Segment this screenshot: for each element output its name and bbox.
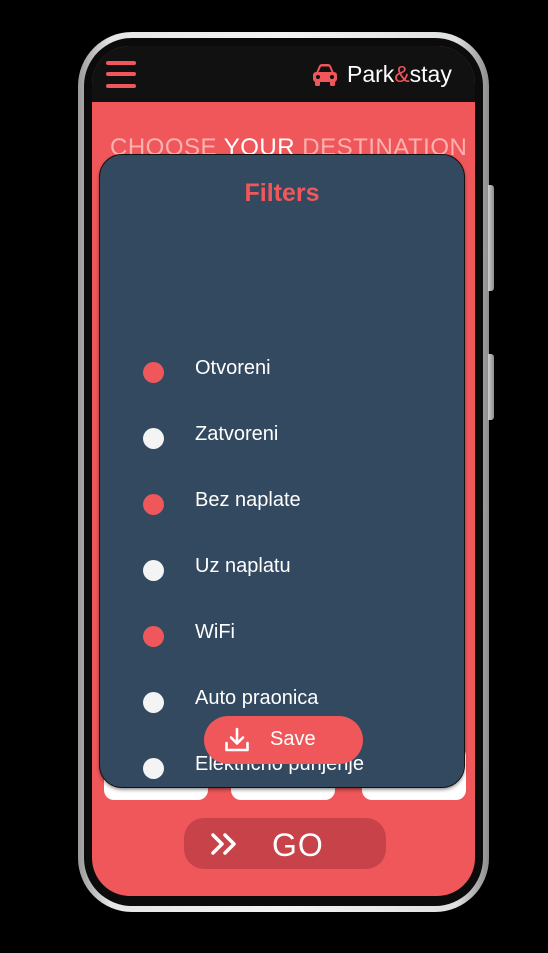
filter-option-bez-naplate[interactable]: Bez naplate: [140, 483, 440, 523]
filter-option-label: Otvoreni: [195, 357, 271, 379]
hamburger-menu-icon[interactable]: [106, 60, 136, 90]
car-icon: [313, 64, 337, 86]
app-header: Park&stay: [92, 46, 475, 102]
filters-modal: Filters Otvoreni Zatvoreni Bez naplate U…: [99, 154, 465, 788]
filter-option-label: WiFi: [195, 621, 235, 643]
filter-option-label: Bez naplate: [195, 489, 301, 511]
radio-dot[interactable]: [143, 626, 164, 647]
radio-dot[interactable]: [143, 362, 164, 383]
radio-dot[interactable]: [143, 758, 164, 779]
radio-dot[interactable]: [143, 494, 164, 515]
brand-title: Park&stay: [347, 61, 452, 87]
filter-option-label: Auto praonica: [195, 687, 319, 709]
filter-option-otvoreni[interactable]: Otvoreni: [140, 351, 440, 391]
app-screen: Park&stay CHOOSE YOUR DESTINATION GO Fil…: [92, 46, 475, 896]
download-icon: [225, 727, 249, 752]
filter-option-label: Zatvoreni: [195, 423, 279, 445]
phone-power-button: [488, 354, 494, 420]
radio-dot[interactable]: [143, 692, 164, 713]
double-chevron-right-icon: [211, 833, 236, 855]
go-label: GO: [272, 827, 324, 863]
filter-option-auto-praonica[interactable]: Auto praonica: [140, 681, 440, 721]
save-label: Save: [270, 728, 316, 750]
filter-option-label: Uz naplatu: [195, 555, 291, 577]
go-button[interactable]: GO: [184, 818, 386, 869]
phone-volume-button: [488, 185, 494, 291]
filter-option-uz-naplatu[interactable]: Uz naplatu: [140, 549, 440, 589]
save-button[interactable]: Save: [204, 716, 363, 764]
modal-title: Filters: [244, 179, 320, 207]
filter-option-wifi[interactable]: WiFi: [140, 615, 440, 655]
radio-dot[interactable]: [143, 560, 164, 581]
radio-dot[interactable]: [143, 428, 164, 449]
filter-option-zatvoreni[interactable]: Zatvoreni: [140, 417, 440, 457]
